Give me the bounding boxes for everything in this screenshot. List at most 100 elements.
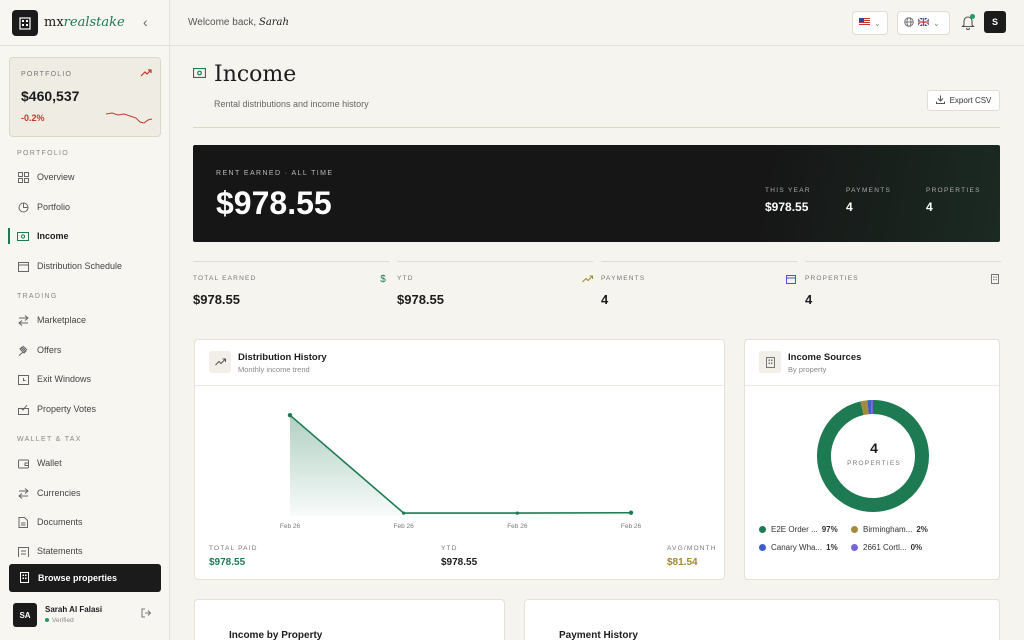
avg-month-summary: AVG/MONTH $81.54 [667, 545, 717, 568]
language-selector[interactable]: ⌄ [897, 11, 950, 35]
logo-icon[interactable] [12, 10, 38, 36]
user-avatar-button[interactable]: S [984, 11, 1006, 33]
income-by-property-card: Income by Property [194, 599, 505, 640]
hero-stat-properties: PROPERTIES 4 [926, 187, 981, 214]
sidebar-item-label: Marketplace [37, 315, 87, 325]
browse-properties-label: Browse properties [38, 573, 118, 583]
sidebar-item-offers[interactable]: Offers [0, 337, 170, 363]
chart-point [287, 413, 293, 418]
sidebar-item-distribution-schedule[interactable]: Distribution Schedule [0, 253, 170, 279]
globe-icon [904, 17, 914, 29]
payment-history-card: Payment History [524, 599, 1000, 640]
sidebar-item-label: Income [37, 231, 69, 241]
vote-icon [17, 403, 29, 415]
legend-item: Birmingham... 2% [851, 525, 928, 534]
x-tick-label: Feb 26 [394, 523, 415, 530]
avatar: SA [13, 603, 37, 627]
distribution-line-chart: Feb 26 Feb 26 Feb 26 Feb 26 [280, 413, 641, 530]
card-title: Payment History [559, 630, 638, 640]
trend-icon [140, 69, 152, 77]
us-flag-icon [859, 18, 870, 28]
sidebar-item-marketplace[interactable]: Marketplace [0, 307, 170, 333]
download-icon [935, 95, 945, 106]
card-title: Income by Property [229, 630, 323, 640]
rent-earned-banner: RENT EARNED · ALL TIME $978.55 THIS YEAR… [193, 145, 1000, 242]
chevron-down-icon: ⌄ [933, 18, 940, 28]
sidebar-item-statements[interactable]: Statements [0, 539, 170, 557]
page-title: Income [214, 62, 297, 87]
sidebar-item-currencies[interactable]: Currencies [0, 480, 170, 506]
sidebar-item-label: Offers [37, 345, 62, 355]
sidebar-item-label: Wallet [37, 458, 62, 468]
stat-properties: PROPERTIES 4 [805, 261, 1001, 319]
sidebar-item-label: Exit Windows [37, 374, 92, 384]
sidebar-item-label: Statements [37, 546, 83, 556]
sidebar-item-wallet[interactable]: Wallet [0, 450, 170, 476]
currency-selector[interactable]: ⌄ [852, 11, 888, 35]
sidebar-item-income[interactable]: Income [0, 223, 170, 249]
chart-point [515, 511, 519, 515]
user-name: Sarah Al Falasi [45, 605, 103, 614]
grid-icon [17, 171, 29, 183]
stat-value: 4 [805, 292, 813, 307]
ytd-summary: YTD $978.55 [441, 545, 478, 568]
card-title: Distribution History [238, 352, 327, 363]
stat-total-earned: TOTAL EARNED $978.55 $ [193, 261, 389, 319]
stat-value: $978.55 [193, 292, 240, 307]
sidebar: mxrealstake ‹ PORTFOLIO $460,537 -0.2% P… [0, 0, 170, 640]
collapse-sidebar-icon[interactable]: ‹ [143, 14, 148, 30]
user-status: Verified [45, 617, 74, 624]
top-bar: Welcome back, Sarah ⌄ ⌄ S [170, 0, 1024, 46]
chevron-down-icon: ⌄ [874, 18, 881, 28]
sidebar-item-label: Distribution Schedule [37, 261, 123, 271]
sidebar-item-label: Portfolio [37, 202, 71, 212]
total-paid-summary: TOTAL PAID $978.55 [209, 545, 258, 568]
x-tick-label: Feb 26 [507, 523, 528, 530]
user-profile[interactable]: SA Sarah Al Falasi Verified [0, 598, 170, 640]
browse-properties-button[interactable]: Browse properties [9, 564, 161, 592]
swap-icon [17, 314, 29, 326]
welcome-message: Welcome back, Sarah [188, 17, 289, 28]
portfolio-summary-card[interactable]: PORTFOLIO $460,537 -0.2% [9, 57, 161, 137]
export-csv-button[interactable]: Export CSV [927, 90, 1000, 111]
sidebar-item-overview[interactable]: Overview [0, 164, 170, 190]
document-icon [17, 516, 29, 528]
card-title: Income Sources [788, 352, 862, 363]
trend-up-icon [581, 273, 593, 285]
portfolio-card-label: PORTFOLIO [21, 71, 73, 78]
sidebar-item-portfolio[interactable]: Portfolio [0, 194, 170, 220]
clock-calendar-icon [17, 373, 29, 385]
sidebar-item-label: Currencies [37, 488, 81, 498]
sidebar-item-label: Property Votes [37, 404, 97, 414]
building-icon [989, 273, 1001, 285]
notification-dot [970, 14, 975, 19]
trend-up-icon [209, 351, 231, 373]
portfolio-change: -0.2% [21, 113, 45, 123]
sidebar-item-label: Documents [37, 517, 83, 527]
dollar-icon: $ [380, 273, 386, 285]
sidebar-item-property-votes[interactable]: Property Votes [0, 396, 170, 422]
legend-item: Canary Wha... 1% [759, 543, 838, 552]
logout-icon[interactable] [141, 608, 151, 618]
calendar-icon [17, 260, 29, 272]
distribution-history-card: Distribution History Monthly income tren… [194, 339, 725, 580]
donut-center: 4 PROPERTIES [847, 440, 901, 467]
sidebar-item-label: Overview [37, 172, 75, 182]
stat-label: PROPERTIES [805, 275, 859, 282]
statement-icon [17, 546, 29, 557]
hero-label: RENT EARNED · ALL TIME [216, 170, 334, 177]
sidebar-item-exit-windows[interactable]: Exit Windows [0, 366, 170, 392]
portfolio-value: $460,537 [21, 88, 80, 104]
section-label-portfolio: PORTFOLIO [17, 150, 70, 157]
sidebar-item-documents[interactable]: Documents [0, 509, 170, 535]
stat-payments: PAYMENTS 4 [601, 261, 797, 319]
banknote-icon [193, 68, 206, 78]
chart-area [290, 415, 631, 516]
gavel-icon [17, 344, 29, 356]
portfolio-sparkline [106, 112, 152, 124]
income-sources-card: Income Sources By property 4 PROPERTIES … [744, 339, 1000, 580]
wallet-icon [17, 457, 29, 469]
stat-label: PAYMENTS [601, 275, 646, 282]
page-subtitle: Rental distributions and income history [214, 99, 369, 109]
building-icon [759, 351, 781, 373]
